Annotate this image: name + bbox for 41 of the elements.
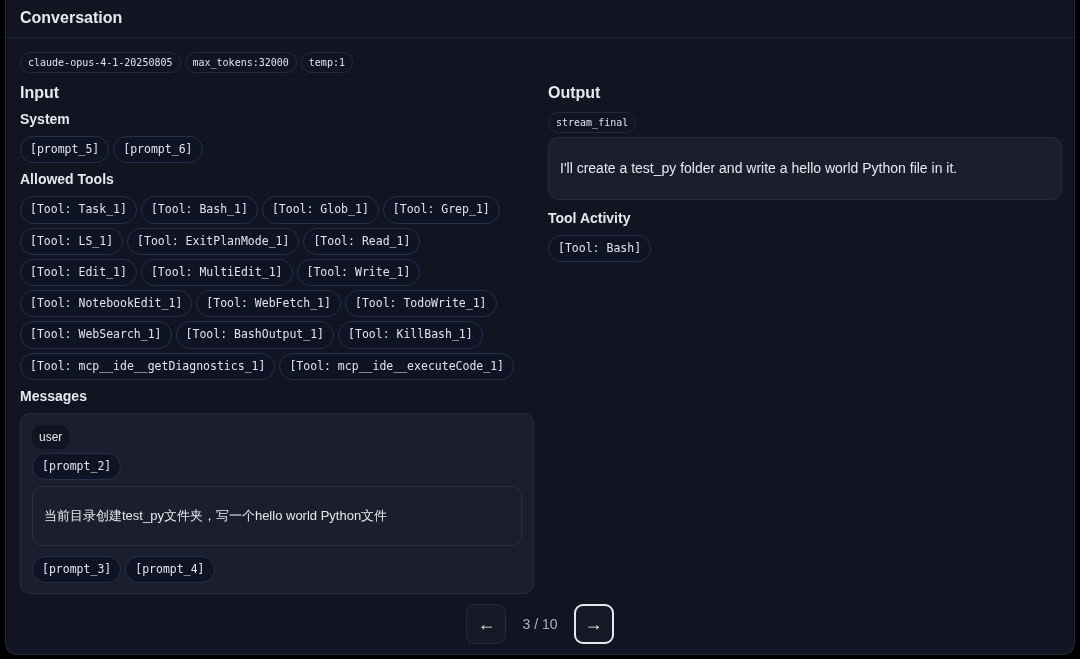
tool-tag: [Tool: WebFetch_1]	[196, 290, 341, 318]
prompt-tag: [prompt_6]	[113, 136, 203, 164]
tool-tag: [Tool: BashOutput_1]	[175, 321, 335, 349]
parameter-tag: claude-opus-4-1-20250805	[20, 52, 181, 73]
prompt-tag: [prompt_5]	[20, 136, 110, 164]
output-text: I'll create a test_py folder and write a hello world Python file in it.	[548, 137, 1062, 200]
tool-tag: [Tool: Bash]	[548, 235, 652, 263]
mode-tag: stream_final	[548, 112, 637, 133]
parameter-tag: max_tokens:32000	[184, 52, 297, 73]
page-indicator: 3 / 10	[522, 614, 558, 634]
parameter-tag: temp:1	[300, 52, 353, 73]
prompt-tag: [prompt_3]	[32, 555, 122, 583]
subsection-heading: Messages	[20, 386, 88, 406]
tool-tag: [Tool: Glob_1]	[261, 196, 379, 224]
tool-tag: [Tool: LS_1]	[20, 227, 124, 255]
tool-tag: [Tool: Task_1]	[20, 196, 137, 224]
tool-tag: [Tool: Grep_1]	[382, 196, 500, 224]
subsection-heading: Tool Activity	[548, 209, 632, 228]
subsection-heading: Allowed Tools	[20, 170, 115, 190]
tool-tag: [Tool: Edit_1]	[20, 258, 137, 286]
tool-tag: [Tool: MultiEdit_1]	[140, 258, 293, 286]
tool-tag: [Tool: KillBash_1]	[338, 321, 483, 349]
section-heading: Input	[20, 83, 61, 103]
prompt-tag: [prompt_2]	[32, 452, 122, 480]
tool-tag: [Tool: NotebookEdit_1]	[20, 290, 193, 318]
panel-title: Conversation	[6, 0, 1074, 38]
tool-tag: [Tool: Write_1]	[296, 258, 421, 286]
previous-button[interactable]: ←	[466, 604, 507, 644]
role-label: user	[32, 424, 70, 449]
subsection-heading: System	[20, 110, 71, 129]
tool-tag: [Tool: Read_1]	[303, 227, 421, 255]
section-heading: Output	[548, 83, 602, 103]
message-text: 当前目录创建test_py文件夹，写一个hello world Python文件	[32, 486, 522, 546]
tool-tag: [Tool: TodoWrite_1]	[344, 290, 497, 318]
tool-tag: [Tool: mcp__ide__executeCode_1]	[279, 352, 515, 380]
tool-tag: [Tool: mcp__ide__getDiagnostics_1]	[20, 352, 276, 380]
next-button[interactable]: →	[573, 604, 614, 644]
tool-tag: [Tool: Bash_1]	[140, 196, 258, 224]
prompt-tag: [prompt_4]	[125, 555, 215, 583]
tool-tag: [Tool: ExitPlanMode_1]	[127, 227, 300, 255]
tool-tag: [Tool: WebSearch_1]	[20, 321, 172, 349]
